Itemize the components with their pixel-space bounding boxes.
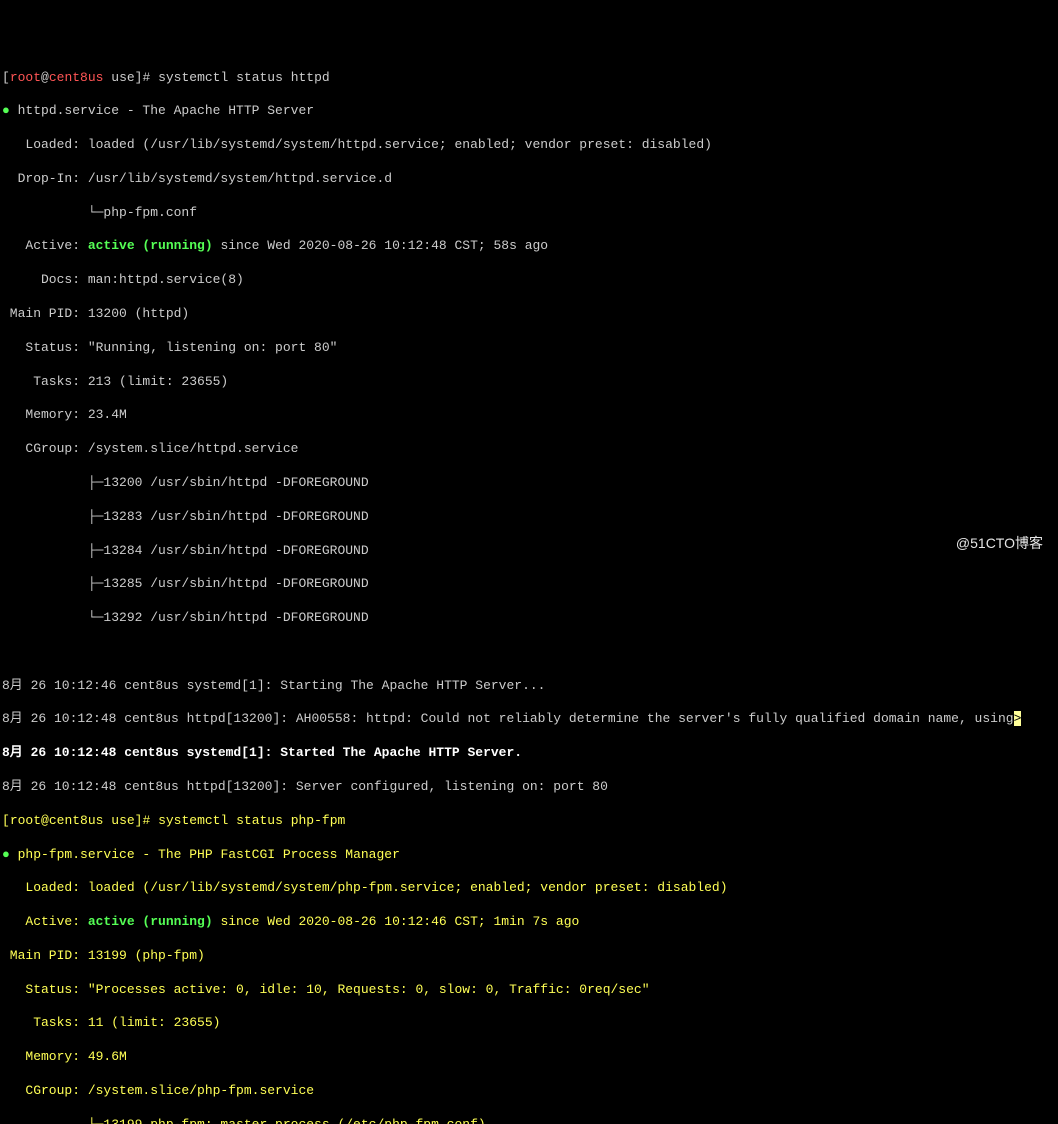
prompt-host: cent8us xyxy=(49,70,104,85)
active-since: since Wed 2020-08-26 10:12:46 CST; 1min … xyxy=(213,914,580,929)
unit-name: httpd.service - The Apache HTTP Server xyxy=(18,103,314,118)
active-status: active (running) xyxy=(88,914,213,929)
active-line: Active: active (running) since Wed 2020-… xyxy=(2,238,1056,255)
dropin-line-2: └─php-fpm.conf xyxy=(2,205,1056,222)
active-label: Active: xyxy=(2,914,88,929)
docs-line: Docs: man:httpd.service(8) xyxy=(2,272,1056,289)
unit-header: ● httpd.service - The Apache HTTP Server xyxy=(2,103,1056,120)
prompt-at: @ xyxy=(41,70,49,85)
status-line: Status: "Processes active: 0, idle: 10, … xyxy=(2,982,1056,999)
overflow-indicator: > xyxy=(1014,711,1022,726)
process-line: ├─13285 /usr/sbin/httpd -DFOREGROUND xyxy=(2,576,1056,593)
prompt-open: [ xyxy=(2,70,10,85)
active-label: Active: xyxy=(2,238,88,253)
cgroup-line: CGroup: /system.slice/php-fpm.service xyxy=(2,1083,1056,1100)
log-line-bold: 8月 26 10:12:48 cent8us systemd[1]: Start… xyxy=(2,745,1056,762)
mainpid-line: Main PID: 13199 (php-fpm) xyxy=(2,948,1056,965)
tasks-line: Tasks: 11 (limit: 23655) xyxy=(2,1015,1056,1032)
loaded-line: Loaded: loaded (/usr/lib/systemd/system/… xyxy=(2,137,1056,154)
loaded-line: Loaded: loaded (/usr/lib/systemd/system/… xyxy=(2,880,1056,897)
unit-name: php-fpm.service - The PHP FastCGI Proces… xyxy=(18,847,400,862)
dropin-line-1: Drop-In: /usr/lib/systemd/system/httpd.s… xyxy=(2,171,1056,188)
prompt-path: use xyxy=(111,70,134,85)
prompt-line-2[interactable]: [root@cent8us use]# systemctl status php… xyxy=(2,813,1056,830)
prompt-line-1[interactable]: [root@cent8us use]# systemctl status htt… xyxy=(2,70,1056,87)
process-line: ├─13200 /usr/sbin/httpd -DFOREGROUND xyxy=(2,475,1056,492)
active-since: since Wed 2020-08-26 10:12:48 CST; 58s a… xyxy=(213,238,548,253)
prompt-close: ]# xyxy=(135,813,158,828)
active-status: active (running) xyxy=(88,238,213,253)
command-text: systemctl status php-fpm xyxy=(158,813,345,828)
prompt-user: root xyxy=(10,70,41,85)
memory-line: Memory: 49.6M xyxy=(2,1049,1056,1066)
process-line: └─13292 /usr/sbin/httpd -DFOREGROUND xyxy=(2,610,1056,627)
cgroup-line: CGroup: /system.slice/httpd.service xyxy=(2,441,1056,458)
prompt-close: ]# xyxy=(135,70,158,85)
blank-line xyxy=(2,644,1056,661)
prompt-user: root xyxy=(10,813,41,828)
prompt-space xyxy=(103,813,111,828)
status-line: Status: "Running, listening on: port 80" xyxy=(2,340,1056,357)
active-line: Active: active (running) since Wed 2020-… xyxy=(2,914,1056,931)
unit-header: ● php-fpm.service - The PHP FastCGI Proc… xyxy=(2,847,1056,864)
log-line: 8月 26 10:12:48 cent8us httpd[13200]: AH0… xyxy=(2,711,1056,728)
mainpid-line: Main PID: 13200 (httpd) xyxy=(2,306,1056,323)
bullet-icon: ● xyxy=(2,103,18,118)
prompt-path: use xyxy=(111,813,134,828)
memory-line: Memory: 23.4M xyxy=(2,407,1056,424)
log-line: 8月 26 10:12:46 cent8us systemd[1]: Start… xyxy=(2,678,1056,695)
log-line: 8月 26 10:12:48 cent8us httpd[13200]: Ser… xyxy=(2,779,1056,796)
process-line: ├─13283 /usr/sbin/httpd -DFOREGROUND xyxy=(2,509,1056,526)
prompt-at: @ xyxy=(41,813,49,828)
tasks-line: Tasks: 213 (limit: 23655) xyxy=(2,374,1056,391)
prompt-open: [ xyxy=(2,813,10,828)
log-text: 8月 26 10:12:48 cent8us httpd[13200]: AH0… xyxy=(2,711,1014,726)
bullet-icon: ● xyxy=(2,847,18,862)
watermark: @51CTO博客 xyxy=(956,534,1043,552)
process-line: ├─13284 /usr/sbin/httpd -DFOREGROUND xyxy=(2,543,1056,560)
prompt-host: cent8us xyxy=(49,813,104,828)
command-text: systemctl status httpd xyxy=(158,70,330,85)
process-line: ├─13199 php-fpm: master process (/etc/ph… xyxy=(2,1117,1056,1124)
